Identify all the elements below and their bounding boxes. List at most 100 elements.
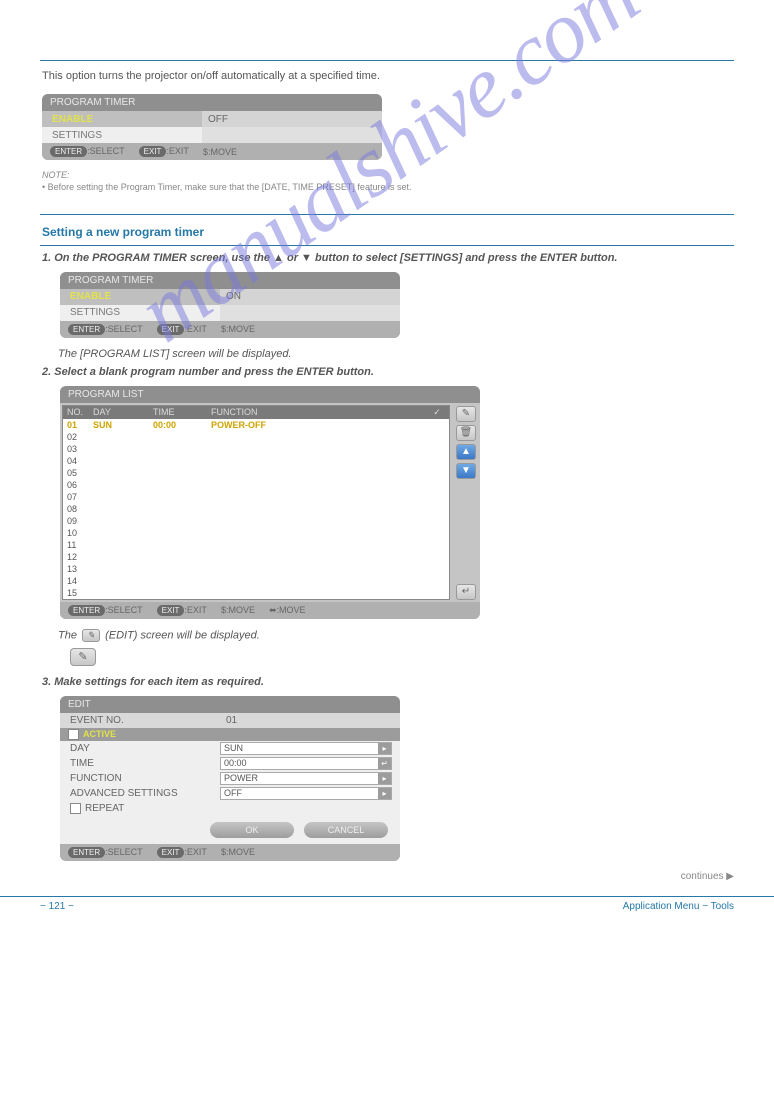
button-row: OK CANCEL — [60, 816, 400, 842]
settings-value — [220, 305, 400, 321]
delete-icon[interactable]: 🗑 — [456, 425, 476, 441]
enable-value: OFF — [202, 111, 382, 127]
day-label: DAY — [60, 743, 220, 754]
function-field[interactable]: POWER▸ — [220, 772, 392, 785]
day-row[interactable]: DAY SUN ▸ — [60, 741, 400, 756]
note-part-a: The — [58, 629, 80, 641]
advanced-field[interactable]: OFF ▸ — [220, 787, 392, 800]
edit-icon-callout: ✎ — [70, 648, 96, 666]
table-row[interactable]: 05 — [63, 467, 449, 479]
time-field[interactable]: 00:00 ↵ — [220, 757, 392, 770]
advanced-row[interactable]: ADVANCED SETTINGS OFF ▸ — [60, 786, 400, 801]
repeat-checkbox[interactable] — [70, 803, 81, 814]
page-number: − 121 − — [40, 901, 74, 912]
settings-value — [202, 127, 382, 143]
table-row[interactable]: 08 — [63, 503, 449, 515]
table-row[interactable]: 01SUN00:00POWER-OFF — [63, 419, 449, 431]
enable-label: ENABLE — [42, 114, 202, 125]
table-row[interactable]: 15 — [63, 587, 449, 599]
menu-row-settings[interactable]: SETTINGS — [60, 305, 400, 321]
footer-exit: :EXIT — [184, 605, 207, 615]
enter-icon: ↵ — [378, 758, 391, 769]
footer-exit: :EXIT — [166, 146, 189, 156]
table-row[interactable]: 11 — [63, 539, 449, 551]
table-row[interactable]: 10 — [63, 527, 449, 539]
note-block: NOTE: • Before setting the Program Timer… — [42, 170, 734, 193]
intro-text: This option turns the projector on/off a… — [42, 69, 734, 84]
edit-inline-icon: ✎ — [82, 629, 100, 642]
time-row[interactable]: TIME 00:00 ↵ — [60, 756, 400, 771]
footer-select: :SELECT — [105, 324, 143, 334]
active-label: ACTIVE — [83, 729, 116, 739]
menu-row-enable[interactable]: ENABLE ON — [60, 289, 400, 305]
table-row[interactable]: 02 — [63, 431, 449, 443]
table-row[interactable]: 12 — [63, 551, 449, 563]
table-row[interactable]: 06 — [63, 479, 449, 491]
table-row[interactable]: 13 — [63, 563, 449, 575]
ok-button[interactable]: OK — [210, 822, 294, 838]
enter-pill: ENTER — [50, 146, 87, 157]
menu-row-settings[interactable]: SETTINGS — [42, 127, 382, 143]
exit-pill: EXIT — [157, 605, 185, 616]
exit-pill: EXIT — [157, 847, 185, 858]
enable-value: ON — [220, 289, 400, 305]
chevron-right-icon: ▸ — [378, 788, 391, 799]
edit-panel: EDIT EVENT NO. 01 ACTIVE DAY SUN▸ TIME 0… — [60, 696, 400, 861]
menu-row-enable[interactable]: ENABLE OFF — [42, 111, 382, 127]
footer-select: :SELECT — [105, 605, 143, 615]
panel-footer: ENTER:SELECT EXIT:EXIT $:MOVE — [60, 321, 400, 338]
footer-move: $:MOVE — [221, 324, 255, 334]
table-header: NO. DAY TIME FUNCTION ✓ — [63, 406, 449, 419]
advanced-label: ADVANCED SETTINGS — [60, 788, 220, 799]
step-1-result: The [PROGRAM LIST] screen will be displa… — [58, 348, 734, 360]
active-row[interactable]: ACTIVE — [60, 728, 400, 741]
program-list-panel: PROGRAM LIST NO. DAY TIME FUNCTION ✓ 01S… — [60, 386, 480, 619]
enter-pill: ENTER — [68, 605, 105, 616]
footer-exit: :EXIT — [184, 847, 207, 857]
cancel-button[interactable]: CANCEL — [304, 822, 388, 838]
function-row[interactable]: FUNCTION POWER▸ — [60, 771, 400, 786]
time-label: TIME — [60, 758, 220, 769]
function-label: FUNCTION — [60, 773, 220, 784]
table-row[interactable]: 14 — [63, 575, 449, 587]
day-field[interactable]: SUN ▸ — [220, 742, 392, 755]
table-row[interactable]: 07 — [63, 491, 449, 503]
enter-pill: ENTER — [68, 847, 105, 858]
repeat-row[interactable]: REPEAT — [60, 801, 400, 816]
footer-move-h: ⬌:MOVE — [269, 605, 306, 616]
day-value: SUN — [224, 743, 243, 753]
exit-pill: EXIT — [139, 146, 167, 157]
table-row[interactable]: 03 — [63, 443, 449, 455]
continues-text: continues ▶ — [0, 871, 734, 882]
section-heading: Setting a new program timer — [42, 225, 734, 239]
program-timer-panel-on: PROGRAM TIMER ENABLE ON SETTINGS ENTER:S… — [60, 272, 400, 338]
col-day: DAY — [89, 406, 149, 419]
table-row[interactable]: 04 — [63, 455, 449, 467]
function-value: POWER — [224, 773, 258, 783]
program-table[interactable]: NO. DAY TIME FUNCTION ✓ 01SUN00:00POWER-… — [62, 405, 450, 600]
edit-icon[interactable]: ✎ — [456, 406, 476, 422]
col-function: FUNCTION — [207, 406, 425, 419]
time-value: 00:00 — [224, 758, 247, 768]
list-side-buttons: ✎ 🗑 ▲ ▼ ↵ — [454, 405, 478, 600]
advanced-value: OFF — [224, 788, 242, 798]
step-2-title: 2. Select a blank program number and pre… — [42, 366, 734, 378]
down-icon[interactable]: ▼ — [456, 463, 476, 479]
panel-title: PROGRAM LIST — [60, 386, 480, 403]
col-no: NO. — [63, 406, 89, 419]
chevron-right-icon: ▸ — [378, 743, 391, 754]
program-timer-panel-off: PROGRAM TIMER ENABLE OFF SETTINGS ENTER:… — [42, 94, 382, 160]
active-checkbox[interactable] — [68, 729, 79, 740]
settings-label: SETTINGS — [60, 307, 220, 318]
settings-label: SETTINGS — [42, 130, 202, 141]
enable-label: ENABLE — [60, 291, 220, 302]
return-icon[interactable]: ↵ — [456, 584, 476, 600]
panel-footer: ENTER:SELECT EXIT:EXIT $:MOVE — [42, 143, 382, 160]
step-1-title: 1. On the PROGRAM TIMER screen, use the … — [42, 252, 734, 264]
up-icon[interactable]: ▲ — [456, 444, 476, 460]
divider — [40, 60, 734, 61]
panel-title: PROGRAM TIMER — [42, 94, 382, 111]
table-row[interactable]: 09 — [63, 515, 449, 527]
panel-footer: ENTER:SELECT EXIT:EXIT $:MOVE — [60, 844, 400, 861]
divider — [40, 245, 734, 246]
